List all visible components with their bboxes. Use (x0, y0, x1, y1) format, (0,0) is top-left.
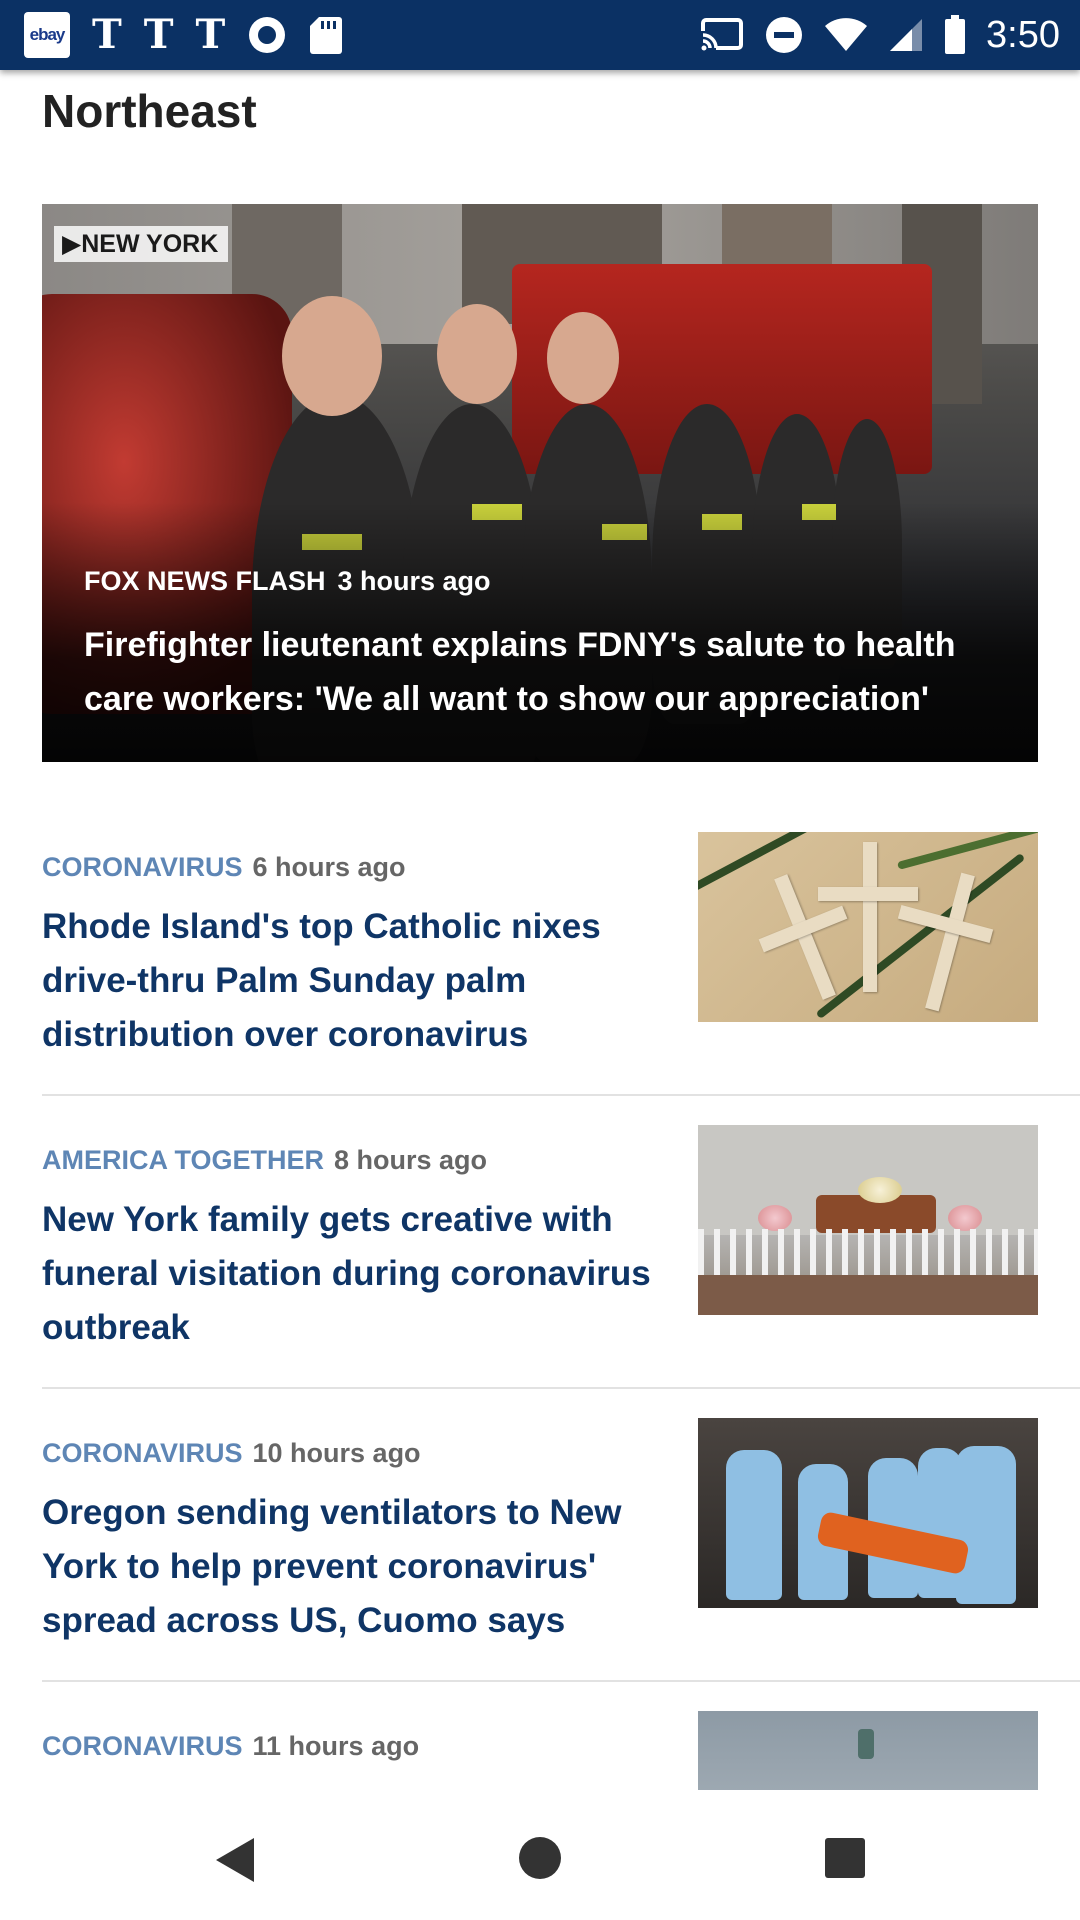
thumb-cross (818, 887, 918, 901)
article-title[interactable]: Rhode Island's top Catholic nixes drive-… (42, 900, 662, 1062)
hero-image-face (547, 312, 619, 404)
article-meta: CORONAVIRUS 6 hours ago (42, 852, 406, 883)
thumb-flowers (948, 1205, 982, 1231)
article-category[interactable]: AMERICA TOGETHER (42, 1145, 324, 1175)
record-icon (249, 17, 286, 53)
thumb-worker (726, 1450, 782, 1600)
sd-card-icon (310, 17, 343, 54)
article-meta: CORONAVIRUS 11 hours ago (42, 1731, 419, 1762)
cast-icon (700, 18, 744, 51)
ebay-icon: ebay (24, 12, 70, 58)
thumb-worker (956, 1446, 1016, 1604)
notification-icons: ebay T T T (24, 10, 343, 60)
wifi-icon (825, 18, 868, 51)
section-title: Northeast (42, 85, 257, 137)
article-timestamp: 11 hours ago (252, 1731, 420, 1761)
article-timestamp: 10 hours ago (252, 1438, 421, 1468)
article-thumbnail[interactable] (698, 1125, 1038, 1315)
recent-apps-icon[interactable] (825, 1838, 865, 1878)
hero-headline[interactable]: Firefighter lieutenant explains FDNY's s… (84, 618, 1004, 726)
location-tag: ▶NEW YORK (54, 226, 229, 262)
nyt-icon: T (195, 11, 226, 58)
thumb-ground (698, 1275, 1038, 1315)
clock: 3:50 (986, 13, 1060, 56)
article-category[interactable]: CORONAVIRUS (42, 1438, 243, 1468)
divider (42, 1680, 1080, 1682)
article-category[interactable]: CORONAVIRUS (42, 1731, 243, 1761)
thumb-flowers (858, 1177, 902, 1203)
hero-source: FOX NEWS FLASH (84, 566, 326, 596)
article-category[interactable]: CORONAVIRUS (42, 852, 243, 882)
hero-image-face (282, 296, 382, 416)
hero-timestamp: 3 hours ago (337, 566, 491, 596)
article-thumbnail[interactable] (698, 1418, 1038, 1608)
article-title[interactable]: New York family gets creative with funer… (42, 1193, 662, 1355)
thumb-cross (925, 872, 975, 1012)
thumb-statue (858, 1729, 874, 1759)
system-icons: 3:50 (700, 10, 1060, 60)
thumb-palm-leaf (815, 852, 1026, 1020)
article-title[interactable]: Oregon sending ventilators to New York t… (42, 1486, 662, 1648)
status-bar: ebay T T T 3:50 (0, 0, 1080, 70)
back-icon[interactable] (216, 1838, 254, 1882)
article-thumbnail[interactable] (698, 832, 1038, 1022)
article-timestamp: 6 hours ago (252, 852, 406, 882)
nyt-icon: T (143, 11, 174, 58)
thumb-cross (863, 842, 877, 992)
article-timestamp: 8 hours ago (334, 1145, 488, 1175)
hero-meta: FOX NEWS FLASH 3 hours ago (84, 566, 491, 597)
battery-icon (945, 15, 966, 54)
article-meta: AMERICA TOGETHER 8 hours ago (42, 1145, 487, 1176)
hero-image-face (437, 304, 517, 404)
nyt-icon: T (92, 11, 122, 58)
home-icon[interactable] (519, 1837, 561, 1879)
thumb-flowers (758, 1205, 792, 1231)
signal-icon (890, 19, 923, 51)
divider (42, 1387, 1080, 1389)
dnd-icon (766, 17, 803, 53)
article-meta: CORONAVIRUS 10 hours ago (42, 1438, 421, 1469)
hero-article[interactable]: ▶NEW YORK FOX NEWS FLASH 3 hours ago Fire… (42, 204, 1038, 762)
divider (42, 1094, 1080, 1096)
